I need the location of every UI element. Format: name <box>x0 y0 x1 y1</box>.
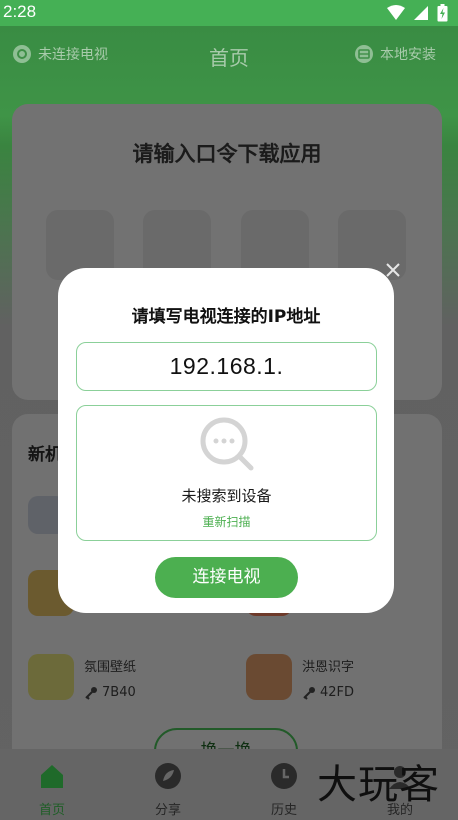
status-icons <box>387 4 448 22</box>
app-item[interactable]: 氛围壁纸 7B40 <box>28 654 136 700</box>
status-bar: 2:28 <box>0 0 458 26</box>
device-scan-panel: 未搜索到设备 重新扫描 <box>76 405 377 541</box>
dialog-title: 请填写电视连接的IP地址 <box>131 307 321 327</box>
app-code: 7B40 <box>84 685 136 700</box>
search-icon <box>200 417 254 471</box>
watermark-logo: 大玩客 <box>317 762 440 808</box>
literacy-app-icon <box>246 654 292 700</box>
share-icon <box>155 763 181 789</box>
app-name: 氛围壁纸 <box>84 660 137 675</box>
signal-icon <box>414 6 428 20</box>
key-icon <box>85 686 97 700</box>
section-title: 新机 <box>28 445 62 465</box>
local-install-button[interactable]: 本地安装 <box>354 44 436 64</box>
nav-share[interactable]: 分享 <box>138 761 198 818</box>
wallpaper-app-icon <box>28 654 74 700</box>
nav-home-label: 首页 <box>38 803 65 818</box>
history-icon <box>271 763 297 789</box>
key-icon <box>303 686 315 700</box>
rescan-link[interactable]: 重新扫描 <box>77 513 376 530</box>
top-bar: 未连接电视 首页 本地安装 <box>0 26 458 86</box>
no-device-text: 未搜索到设备 <box>181 487 272 505</box>
app-code-text: 7B40 <box>102 685 136 700</box>
wifi-icon <box>387 5 405 20</box>
ip-dialog: 请填写电视连接的IP地址 192.168.1. 未搜索到设备 重新扫描 连接电视 <box>58 268 394 613</box>
ip-address-input[interactable]: 192.168.1. <box>76 342 377 391</box>
app-name: 洪恩识字 <box>302 660 355 675</box>
nav-history-label: 历史 <box>270 803 297 818</box>
nav-history[interactable]: 历史 <box>254 761 314 818</box>
nav-home[interactable]: 首页 <box>22 761 82 818</box>
install-icon <box>355 45 373 63</box>
app-code-text: 42FD <box>320 685 355 700</box>
status-time: 2:28 <box>3 2 37 21</box>
app-item[interactable]: 洪恩识字 42FD <box>246 654 354 700</box>
nav-share-label: 分享 <box>154 803 181 818</box>
home-icon <box>41 765 63 788</box>
battery-icon <box>437 4 448 22</box>
connect-tv-button[interactable]: 连接电视 <box>155 557 298 598</box>
app-code: 42FD <box>302 685 354 700</box>
local-install-label: 本地安装 <box>380 47 436 63</box>
code-card-heading: 请输入口令下载应用 <box>132 142 322 166</box>
